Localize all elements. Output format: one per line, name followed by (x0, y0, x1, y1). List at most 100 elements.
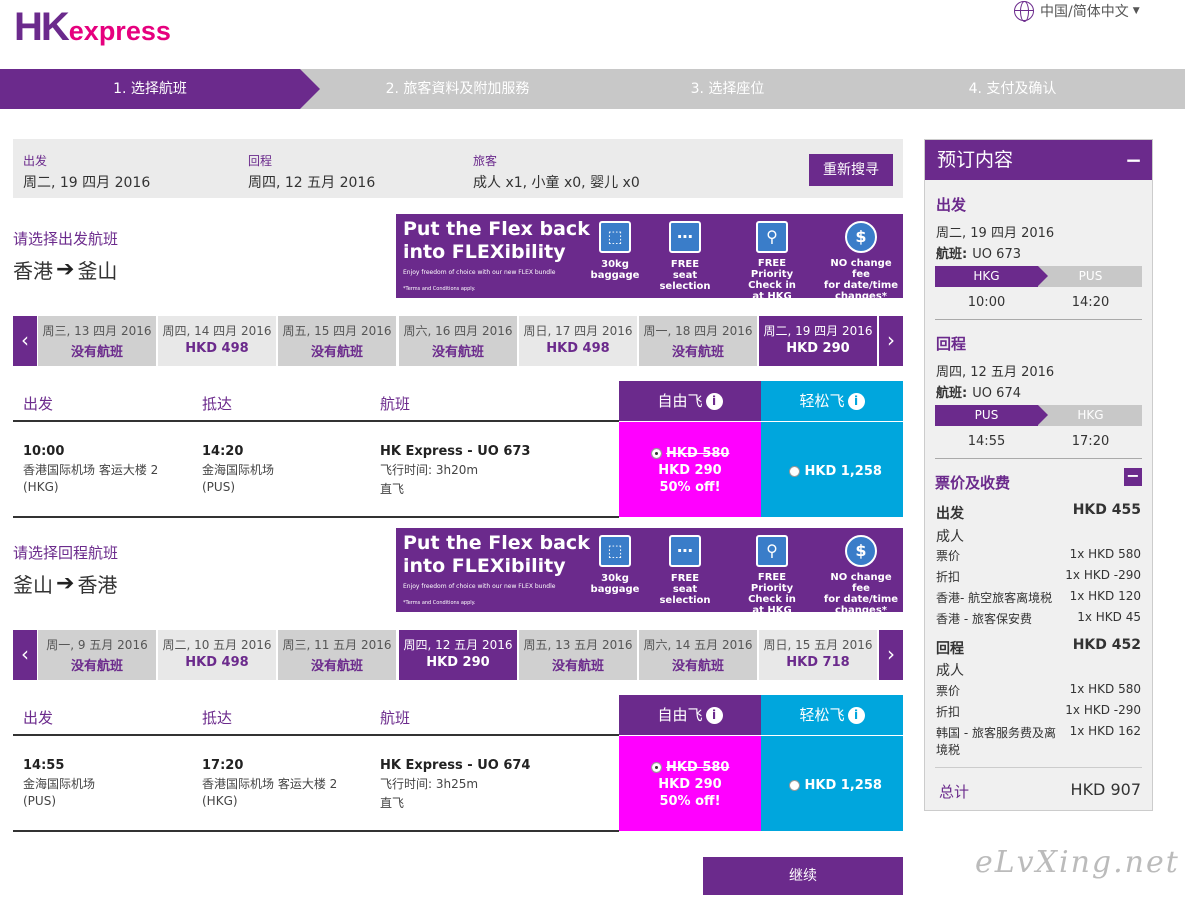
flex-fare-header[interactable]: 自由飞 i (619, 381, 761, 421)
fee-item-value: 1x HKD 120 (1069, 589, 1141, 603)
fee-item-value: 1x HKD 580 (1069, 547, 1141, 561)
easy-fare-header[interactable]: 轻松飞 i (761, 695, 903, 735)
col-depart: 出发 (23, 395, 54, 413)
banner-baggage: ⬚ 30kg baggage (580, 535, 650, 595)
radio-unselected[interactable] (789, 780, 800, 791)
banner-seat: ⋯ FREE seat selection (650, 221, 720, 292)
no-fee-icon: $ (845, 221, 877, 253)
step-select-flight[interactable]: 1. 选择航班 (0, 69, 300, 109)
date-cell[interactable]: 周六, 14 五月 2016 没有航班 (639, 630, 757, 680)
col-arrive: 抵达 (202, 709, 233, 727)
fee-item-value: 1x HKD -290 (1065, 703, 1141, 717)
radio-selected[interactable] (650, 448, 662, 459)
col-flight: 航班 (380, 709, 411, 727)
language-label: 中国/简体中文 (1040, 4, 1129, 20)
date-cell[interactable]: 周五, 13 五月 2016 没有航班 (519, 630, 637, 680)
divider (935, 319, 1142, 320)
info-icon[interactable]: i (705, 393, 723, 410)
language-selector[interactable]: 中国/简体中文 ▼ (1014, 0, 1140, 22)
date-cell[interactable]: 周三, 11 五月 2016 没有航班 (278, 630, 396, 680)
summary-return-flight: 航班: UO 674 (936, 386, 1021, 401)
summary-depart-segment: HKG PUS (935, 266, 1142, 287)
logo-hk: HK (14, 5, 70, 49)
step-payment[interactable]: 4. 支付及确认 (860, 69, 1165, 109)
date-cell-selected[interactable]: 周四, 12 五月 2016 HKD 290 (399, 630, 517, 680)
seat-icon: ⋯ (669, 535, 701, 567)
date-prev-icon[interactable]: ‹ (13, 316, 37, 366)
step-select-seat[interactable]: 3. 选择座位 (595, 69, 860, 109)
return-date: 周四, 12 五月 2016 (248, 175, 376, 191)
date-next-icon[interactable]: › (879, 630, 903, 680)
return-flight-info: HK Express - UO 674 飞行时间: 3h25m 直飞 (380, 758, 531, 810)
fees-ret-total: HKD 452 (1072, 637, 1141, 653)
date-cell[interactable]: 周五, 15 四月 2016 没有航班 (278, 316, 396, 366)
fee-item-value: 1x HKD 45 (1077, 610, 1141, 624)
date-next-icon[interactable]: › (879, 316, 903, 366)
divider (13, 420, 619, 422)
date-cell-selected[interactable]: 周二, 19 四月 2016 HKD 290 (759, 316, 877, 366)
return-easy-fare[interactable]: HKD 1,258 (761, 736, 903, 831)
return-date-bar: ‹ 周一, 9 五月 2016 没有航班 周二, 10 五月 2016 HKD 49… (13, 630, 903, 680)
continue-button[interactable]: 继续 (703, 857, 903, 895)
flex-banner[interactable]: Put the Flex back into FLEXibility Enjoy … (396, 528, 903, 627)
research-button[interactable]: 重新搜寻 (809, 154, 893, 186)
easy-fare-header[interactable]: 轻松飞 i (761, 381, 903, 421)
step-passenger-info[interactable]: 2. 旅客資料及附加服務 (320, 69, 595, 109)
fees-ret-adult: 成人 (936, 663, 964, 679)
date-cell[interactable]: 周日, 15 五月 2016 HKD 718 (759, 630, 877, 680)
fees-out-label: 出发 (936, 506, 964, 522)
globe-icon (1014, 1, 1034, 22)
choose-outbound-label: 请选择出发航班 (13, 230, 119, 248)
fee-item-name: 折扣 (936, 705, 961, 719)
date-cell[interactable]: 周日, 17 四月 2016 HKD 498 (519, 316, 637, 366)
radio-selected[interactable] (650, 762, 662, 773)
date-cell[interactable]: 周一, 18 四月 2016 没有航班 (639, 316, 757, 366)
fee-item-name: 票价 (936, 684, 961, 698)
date-cell[interactable]: 周四, 14 四月 2016 HKD 498 (158, 316, 276, 366)
date-cell[interactable]: 周一, 9 五月 2016 没有航班 (38, 630, 156, 680)
banner-change-fee: $ NO change fee for date/time changes* (823, 535, 899, 616)
route-destination: 釜山 (77, 259, 118, 283)
banner-terms: *Terms and Conditions apply. (403, 286, 476, 292)
banner-seat: ⋯ FREE seat selection (650, 535, 720, 606)
collapse-icon[interactable]: − (1125, 140, 1142, 180)
outbound-easy-fare[interactable]: HKD 1,258 (761, 422, 903, 517)
fee-item-value: 1x HKD 580 (1069, 682, 1141, 696)
fee-item-value: 1x HKD 162 (1069, 724, 1141, 738)
info-icon[interactable]: i (705, 707, 723, 724)
return-arrive-info: 17:20 香港国际机场 客运大楼 2 (HKG) (202, 758, 338, 808)
passengers-label: 旅客 (473, 154, 498, 168)
route-origin: 香港 (13, 259, 53, 283)
search-summary: 出发 周二, 19 四月 2016 回程 周四, 12 五月 2016 旅客 成… (13, 139, 903, 198)
choose-return-label: 请选择回程航班 (13, 544, 119, 562)
date-cell[interactable]: 周二, 10 五月 2016 HKD 498 (158, 630, 276, 680)
outbound-flex-fare[interactable]: HKD 580 HKD 290 50% off! (619, 422, 761, 517)
banner-subtitle: Enjoy freedom of choice with our new FLE… (403, 269, 556, 276)
divider (13, 516, 619, 518)
fee-item-name-cont: 境税 (936, 743, 961, 757)
date-cell[interactable]: 周六, 16 四月 2016 没有航班 (399, 316, 517, 366)
route-destination: 香港 (77, 573, 118, 597)
return-label: 回程 (248, 154, 273, 168)
summary-depart-time: 10:00 (967, 295, 1006, 310)
fee-item-name: 票价 (936, 549, 961, 563)
outbound-depart-info: 10:00 香港国际机场 客运大楼 2 (HKG) (23, 444, 159, 494)
fees-out-adult: 成人 (936, 529, 964, 545)
outbound-arrive-info: 14:20 金海国际机场 (PUS) (202, 444, 275, 494)
date-prev-icon[interactable]: ‹ (13, 630, 37, 680)
divider (935, 458, 1142, 459)
hk-express-logo[interactable]: HK express (14, 4, 171, 48)
return-flex-fare[interactable]: HKD 580 HKD 290 50% off! (619, 736, 761, 831)
fees-collapse-icon[interactable]: − (1124, 468, 1142, 486)
radio-unselected[interactable] (789, 466, 800, 477)
col-flight: 航班 (380, 395, 411, 413)
total-value: HKD 907 (1070, 780, 1141, 799)
fee-item-name: 折扣 (936, 570, 961, 584)
date-cell[interactable]: 周三, 13 四月 2016 没有航班 (38, 316, 156, 366)
flex-banner[interactable]: Put the Flex back into FLEXibility Enjoy … (396, 214, 903, 313)
summary-header: 预订内容 − (925, 140, 1152, 180)
info-icon[interactable]: i (847, 393, 865, 410)
info-icon[interactable]: i (847, 707, 865, 724)
flex-fare-header[interactable]: 自由飞 i (619, 695, 761, 735)
banner-subtitle: Enjoy freedom of choice with our new FLE… (403, 583, 556, 590)
